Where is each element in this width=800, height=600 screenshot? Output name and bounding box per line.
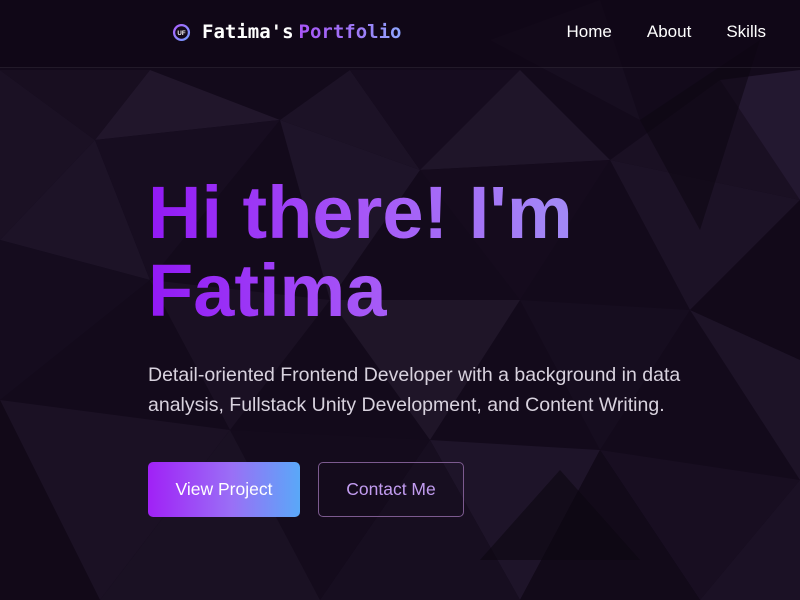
nav-home-link[interactable]: Home [567,22,612,42]
svg-text:UF: UF [177,29,185,36]
contact-me-button[interactable]: Contact Me [318,462,464,517]
uf-logo-icon: UF [172,23,191,41]
hero-actions: View Project Contact Me [148,462,464,517]
top-navbar: UF Fatima's Portfolio Home About Skills [0,0,800,68]
hero-description: Detail-oriented Frontend Developer with … [148,364,681,416]
brand-logo-link[interactable]: UF Fatima's Portfolio [172,20,401,44]
hero-section: Hi there! I'm Fatima Detail-oriented Fro… [148,174,768,420]
brand-name: Fatima's [202,21,294,43]
brand-accent: Portfolio [298,21,402,43]
nav-skills-link[interactable]: Skills [726,22,766,42]
hero-title: Hi there! I'm Fatima [148,174,768,330]
main-nav: Home About Skills [567,22,766,42]
view-project-button[interactable]: View Project [148,462,300,517]
portfolio-page: UF Fatima's Portfolio Home About Skills … [0,0,800,600]
hero-title-line-2: Fatima [148,249,387,332]
nav-about-link[interactable]: About [647,22,691,42]
hero-title-line-1: Hi there! I'm [148,171,573,254]
